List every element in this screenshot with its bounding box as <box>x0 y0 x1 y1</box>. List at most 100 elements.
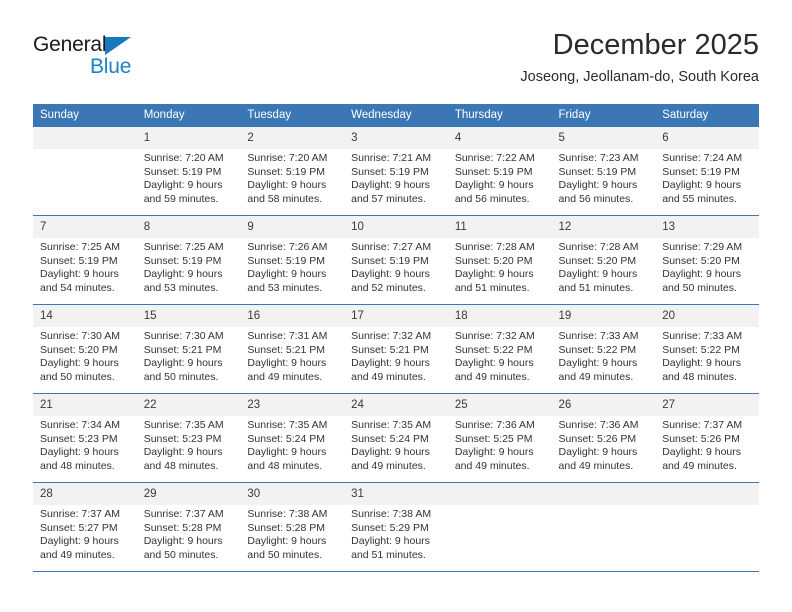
daylight-text-line2: and 49 minutes. <box>351 459 426 472</box>
daylight-text-line1: Daylight: 9 hours <box>558 357 638 370</box>
sunset-text: Sunset: 5:21 PM <box>351 343 429 356</box>
day-number: 6 <box>655 127 759 149</box>
sunset-text: Sunset: 5:20 PM <box>454 254 533 267</box>
sunset-text: Sunset: 5:19 PM <box>558 165 637 178</box>
daylight-text-line1: Daylight: 9 hours <box>351 179 430 192</box>
day-cell-23[interactable]: 23 Sunrise: 7:35 AM Sunset: 5:24 PM Dayligh… <box>240 393 345 483</box>
day-cell-20[interactable]: 20 Sunrise: 7:33 AM Sunset: 5:22 PM Dayligh… <box>655 304 759 394</box>
calendar-week-row: 1 Sunrise: 7:20 AM Sunset: 5:19 PM Daylight… <box>33 126 759 216</box>
day-details: Sunrise: 7:20 AM Sunset: 5:19 PM Daylight:… <box>137 149 241 206</box>
day-cell-26[interactable]: 26 Sunrise: 7:36 AM Sunset: 5:26 PM Dayligh… <box>551 393 656 483</box>
sunrise-text: Sunrise: 7:32 AM <box>454 330 535 342</box>
day-details: Sunrise: 7:37 AM Sunset: 5:28 PM Daylight:… <box>137 505 241 562</box>
day-cell-7[interactable]: 7 Sunrise: 7:25 AM Sunset: 5:19 PM Daylight… <box>33 215 137 305</box>
calendar-week-row: 14 Sunrise: 7:30 AM Sunset: 5:20 PM Dayligh… <box>33 304 759 394</box>
daylight-text-line1: Daylight: 9 hours <box>662 446 742 459</box>
day-cell-30[interactable]: 30 Sunrise: 7:38 AM Sunset: 5:28 PM Dayligh… <box>240 482 345 572</box>
day-number: 8 <box>136 216 241 238</box>
daylight-text-line2: and 50 minutes. <box>662 281 737 294</box>
day-cell-28[interactable]: 28 Sunrise: 7:37 AM Sunset: 5:27 PM Dayligh… <box>33 482 137 572</box>
sunset-text: Sunset: 5:19 PM <box>143 254 222 267</box>
day-number: 18 <box>447 305 552 327</box>
day-number: 25 <box>447 394 552 416</box>
day-details: Sunrise: 7:28 AM Sunset: 5:20 PM Daylight:… <box>448 238 552 295</box>
sunrise-text: Sunrise: 7:36 AM <box>454 419 535 431</box>
day-cell-empty <box>447 482 552 572</box>
day-cell-2[interactable]: 2 Sunrise: 7:20 AM Sunset: 5:19 PM Daylight… <box>240 126 345 216</box>
day-cell-29[interactable]: 29 Sunrise: 7:37 AM Sunset: 5:28 PM Dayligh… <box>136 482 241 572</box>
day-number: 13 <box>655 216 759 238</box>
daylight-text-line1: Daylight: 9 hours <box>558 268 638 281</box>
weekday-header-sunday: Sunday <box>33 104 137 127</box>
daylight-text-line1: Daylight: 9 hours <box>40 446 119 459</box>
day-cell-15[interactable]: 15 Sunrise: 7:30 AM Sunset: 5:21 PM Dayligh… <box>136 304 241 394</box>
calendar-body: 1 Sunrise: 7:20 AM Sunset: 5:19 PM Daylight… <box>33 126 759 572</box>
day-details: Sunrise: 7:29 AM Sunset: 5:20 PM Daylight:… <box>655 238 759 295</box>
day-cell-10[interactable]: 10 Sunrise: 7:27 AM Sunset: 5:19 PM Dayligh… <box>344 215 448 305</box>
sunset-text: Sunset: 5:29 PM <box>351 521 429 534</box>
daylight-text-line2: and 58 minutes. <box>247 192 323 205</box>
day-details: Sunrise: 7:30 AM Sunset: 5:21 PM Daylight:… <box>137 327 241 384</box>
sunrise-text: Sunrise: 7:29 AM <box>662 241 743 253</box>
day-cell-8[interactable]: 8 Sunrise: 7:25 AM Sunset: 5:19 PM Daylight… <box>136 215 241 305</box>
weekday-header-monday: Monday <box>136 104 241 127</box>
day-cell-5[interactable]: 5 Sunrise: 7:23 AM Sunset: 5:19 PM Daylight… <box>551 126 656 216</box>
day-number: 31 <box>344 483 448 505</box>
day-number: 23 <box>240 394 345 416</box>
day-cell-25[interactable]: 25 Sunrise: 7:36 AM Sunset: 5:25 PM Dayligh… <box>447 393 552 483</box>
day-details: Sunrise: 7:24 AM Sunset: 5:19 PM Daylight:… <box>655 149 759 206</box>
logo-text-general: General <box>33 33 107 56</box>
daylight-text-line2: and 50 minutes. <box>40 370 115 383</box>
location-subtitle: Joseong, Jeollanam-do, South Korea <box>520 69 759 85</box>
sunrise-text: Sunrise: 7:33 AM <box>662 330 743 342</box>
day-number: 21 <box>33 394 137 416</box>
day-details: Sunrise: 7:32 AM Sunset: 5:22 PM Daylight:… <box>448 327 552 384</box>
daylight-text-line2: and 49 minutes. <box>558 459 634 472</box>
day-cell-31[interactable]: 31 Sunrise: 7:38 AM Sunset: 5:29 PM Dayligh… <box>344 482 448 572</box>
day-number: 26 <box>551 394 656 416</box>
daylight-text-line1: Daylight: 9 hours <box>454 446 534 459</box>
day-cell-13[interactable]: 13 Sunrise: 7:29 AM Sunset: 5:20 PM Dayligh… <box>655 215 759 305</box>
day-details: Sunrise: 7:36 AM Sunset: 5:26 PM Daylight:… <box>552 416 656 473</box>
daylight-text-line2: and 49 minutes. <box>662 459 737 472</box>
day-cell-19[interactable]: 19 Sunrise: 7:33 AM Sunset: 5:22 PM Dayligh… <box>551 304 656 394</box>
day-cell-6[interactable]: 6 Sunrise: 7:24 AM Sunset: 5:19 PM Daylight… <box>655 126 759 216</box>
daylight-text-line1: Daylight: 9 hours <box>143 357 223 370</box>
daylight-text-line2: and 53 minutes. <box>247 281 323 294</box>
day-details: Sunrise: 7:35 AM Sunset: 5:24 PM Daylight:… <box>240 416 344 473</box>
day-cell-11[interactable]: 11 Sunrise: 7:28 AM Sunset: 5:20 PM Dayligh… <box>447 215 552 305</box>
day-cell-18[interactable]: 18 Sunrise: 7:32 AM Sunset: 5:22 PM Dayligh… <box>447 304 552 394</box>
daylight-text-line1: Daylight: 9 hours <box>454 357 534 370</box>
day-cell-12[interactable]: 12 Sunrise: 7:28 AM Sunset: 5:20 PM Dayligh… <box>551 215 656 305</box>
day-cell-21[interactable]: 21 Sunrise: 7:34 AM Sunset: 5:23 PM Dayligh… <box>33 393 137 483</box>
weekday-header-wednesday: Wednesday <box>344 104 448 127</box>
daylight-text-line1: Daylight: 9 hours <box>247 179 327 192</box>
day-cell-27[interactable]: 27 Sunrise: 7:37 AM Sunset: 5:26 PM Dayligh… <box>655 393 759 483</box>
day-cell-14[interactable]: 14 Sunrise: 7:30 AM Sunset: 5:20 PM Dayligh… <box>33 304 137 394</box>
day-number: 30 <box>240 483 345 505</box>
sunset-text: Sunset: 5:24 PM <box>351 432 429 445</box>
sunset-text: Sunset: 5:19 PM <box>40 254 118 267</box>
day-number: 7 <box>33 216 137 238</box>
day-cell-empty <box>655 482 759 572</box>
day-details: Sunrise: 7:20 AM Sunset: 5:19 PM Daylight:… <box>240 149 344 206</box>
day-number: 2 <box>240 127 345 149</box>
sunrise-text: Sunrise: 7:36 AM <box>558 419 639 431</box>
daylight-text-line2: and 51 minutes. <box>558 281 634 294</box>
day-cell-24[interactable]: 24 Sunrise: 7:35 AM Sunset: 5:24 PM Dayligh… <box>344 393 448 483</box>
day-details: Sunrise: 7:37 AM Sunset: 5:26 PM Daylight:… <box>655 416 759 473</box>
day-cell-22[interactable]: 22 Sunrise: 7:35 AM Sunset: 5:23 PM Dayligh… <box>136 393 241 483</box>
day-details: Sunrise: 7:38 AM Sunset: 5:29 PM Daylight:… <box>344 505 448 562</box>
day-cell-1[interactable]: 1 Sunrise: 7:20 AM Sunset: 5:19 PM Daylight… <box>136 126 241 216</box>
calendar-week-row: 21 Sunrise: 7:34 AM Sunset: 5:23 PM Dayligh… <box>33 393 759 483</box>
day-cell-4[interactable]: 4 Sunrise: 7:22 AM Sunset: 5:19 PM Daylight… <box>447 126 552 216</box>
daylight-text-line2: and 49 minutes. <box>454 370 530 383</box>
day-cell-17[interactable]: 17 Sunrise: 7:32 AM Sunset: 5:21 PM Dayligh… <box>344 304 448 394</box>
day-cell-9[interactable]: 9 Sunrise: 7:26 AM Sunset: 5:19 PM Daylight… <box>240 215 345 305</box>
sunset-text: Sunset: 5:22 PM <box>454 343 533 356</box>
day-cell-3[interactable]: 3 Sunrise: 7:21 AM Sunset: 5:19 PM Daylight… <box>344 126 448 216</box>
sunset-text: Sunset: 5:28 PM <box>247 521 326 534</box>
sunrise-text: Sunrise: 7:22 AM <box>454 152 535 164</box>
day-cell-16[interactable]: 16 Sunrise: 7:31 AM Sunset: 5:21 PM Dayligh… <box>240 304 345 394</box>
sunrise-text: Sunrise: 7:27 AM <box>351 241 432 253</box>
